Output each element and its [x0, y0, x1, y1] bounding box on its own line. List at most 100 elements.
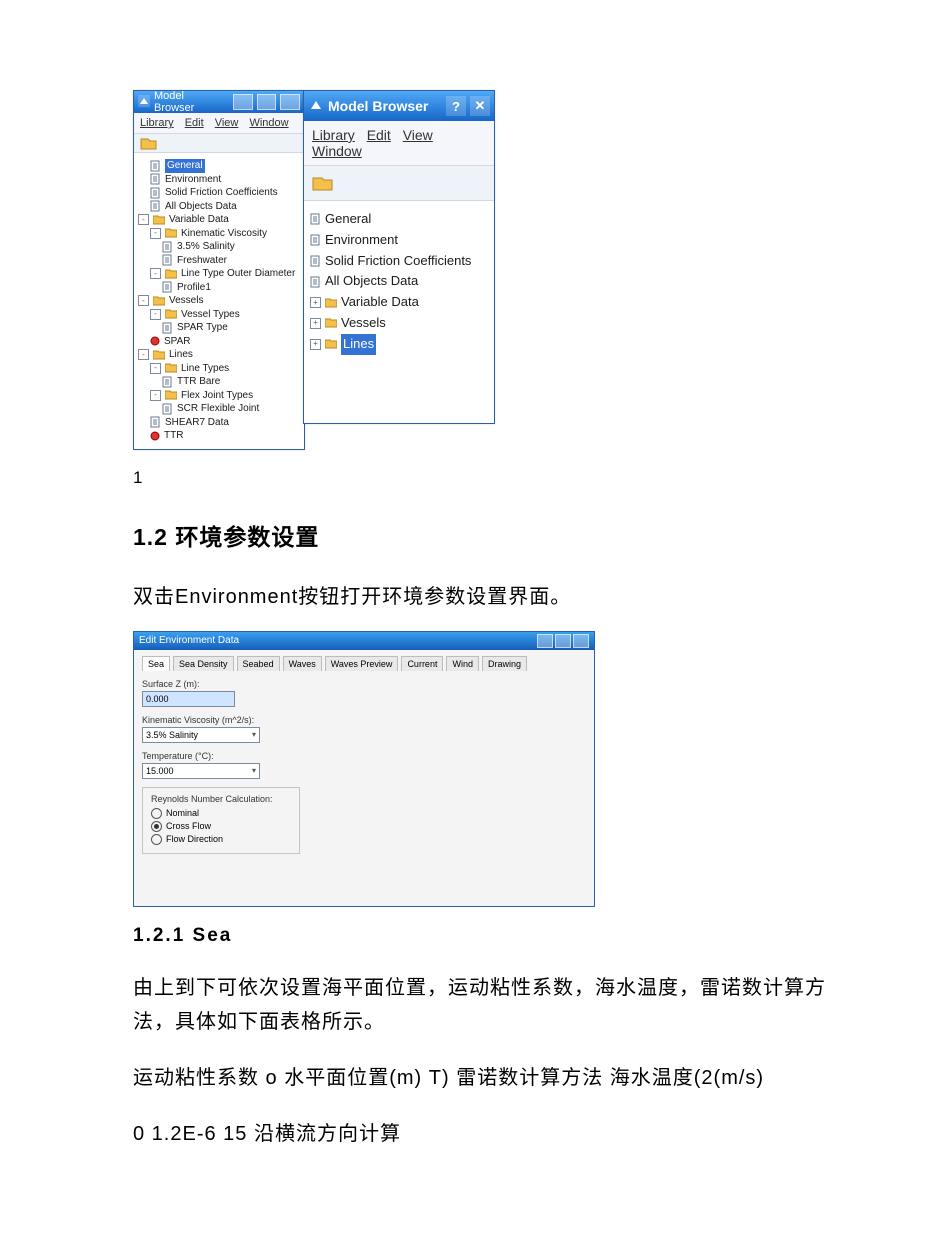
tree-item[interactable]: -Vessel Types — [138, 308, 300, 322]
tree-item-label: SCR Flexible Joint — [177, 402, 259, 416]
tree-item[interactable]: -Flex Joint Types — [138, 389, 300, 403]
edit-environment-window: Edit Environment Data Sea Sea Density Se… — [133, 631, 595, 907]
menu-edit[interactable]: Edit — [185, 117, 204, 129]
folder-icon — [165, 269, 177, 279]
window-close-button[interactable] — [280, 94, 300, 110]
menu-view[interactable]: View — [403, 127, 433, 143]
tree-item-label: All Objects Data — [325, 271, 418, 292]
tree-item[interactable]: SPAR Type — [138, 321, 300, 335]
window-title: Edit Environment Data — [139, 635, 239, 646]
tree-item[interactable]: -Lines — [138, 348, 300, 362]
surface-z-input[interactable]: 0.000 — [142, 691, 235, 707]
document-icon — [150, 160, 161, 172]
tab-sea[interactable]: Sea — [142, 656, 170, 671]
radio-nominal[interactable]: Nominal — [151, 808, 291, 819]
expand-toggle[interactable]: - — [150, 309, 161, 320]
tree-item[interactable]: General — [138, 159, 300, 173]
tree-item[interactable]: SHEAR7 Data — [138, 416, 300, 430]
tree-item[interactable]: General — [310, 209, 488, 230]
tree-item[interactable]: -Vessels — [138, 294, 300, 308]
tree-item[interactable]: All Objects Data — [310, 271, 488, 292]
window-min-button[interactable] — [537, 634, 553, 648]
tree-item[interactable]: TTR — [138, 429, 300, 443]
tree-item[interactable]: +Variable Data — [310, 292, 488, 313]
window-titlebar[interactable]: Edit Environment Data — [134, 632, 594, 650]
tree-item[interactable]: 3.5% Salinity — [138, 240, 300, 254]
tree-item[interactable]: Freshwater — [138, 254, 300, 268]
tree-item-label: General — [165, 159, 205, 173]
expand-toggle[interactable]: - — [138, 214, 149, 225]
tree-item[interactable]: -Variable Data — [138, 213, 300, 227]
tree-item[interactable]: SCR Flexible Joint — [138, 402, 300, 416]
expand-toggle[interactable]: - — [150, 363, 161, 374]
app-icon — [138, 95, 150, 110]
radio-flow-direction[interactable]: Flow Direction — [151, 834, 291, 845]
menu-window[interactable]: Window — [249, 117, 288, 129]
window-max-button[interactable] — [257, 94, 277, 110]
expand-toggle[interactable]: - — [138, 349, 149, 360]
tree-item[interactable]: -Line Types — [138, 362, 300, 376]
window-title: Model Browser — [328, 98, 428, 114]
tab-bar: Sea Sea Density Seabed Waves Waves Previ… — [142, 656, 586, 671]
tree-item-label: Environment — [165, 173, 221, 187]
tree-item[interactable]: SPAR — [138, 335, 300, 349]
tree-item[interactable]: All Objects Data — [138, 200, 300, 214]
temperature-input[interactable]: 15.000▾ — [142, 763, 260, 779]
object-icon — [150, 431, 160, 441]
help-button[interactable]: ? — [446, 96, 466, 116]
window-titlebar[interactable]: Model Browser — [134, 91, 304, 113]
folder-icon — [153, 296, 165, 306]
tree-item[interactable]: Profile1 — [138, 281, 300, 295]
tree-item[interactable]: Environment — [310, 230, 488, 251]
tree-item[interactable]: Solid Friction Coefficients — [138, 186, 300, 200]
window-titlebar[interactable]: Model Browser ? ✕ — [304, 91, 494, 121]
tree-item[interactable]: TTR Bare — [138, 375, 300, 389]
open-icon[interactable] — [312, 174, 486, 192]
tab-wind[interactable]: Wind — [446, 656, 479, 671]
expand-toggle[interactable]: + — [310, 339, 321, 350]
document-icon — [310, 255, 321, 267]
tree-item-label: SHEAR7 Data — [165, 416, 229, 430]
figure-caption: 1 — [133, 468, 835, 488]
window-close-button[interactable]: ✕ — [470, 96, 490, 116]
menu-view[interactable]: View — [215, 117, 239, 129]
tab-current[interactable]: Current — [401, 656, 443, 671]
menu-window[interactable]: Window — [312, 143, 362, 159]
expand-toggle[interactable]: - — [138, 295, 149, 306]
document-icon — [162, 281, 173, 293]
tab-waves[interactable]: Waves — [283, 656, 322, 671]
tree-item[interactable]: Environment — [138, 173, 300, 187]
menu-library[interactable]: Library — [140, 117, 174, 129]
expand-toggle[interactable]: - — [150, 268, 161, 279]
viscosity-select[interactable]: 3.5% Salinity▾ — [142, 727, 260, 743]
expand-toggle[interactable]: + — [310, 318, 321, 329]
chevron-down-icon: ▾ — [252, 766, 256, 775]
tree-item-label: Lines — [341, 334, 376, 355]
tree-view[interactable]: GeneralEnvironmentSolid Friction Coeffic… — [304, 201, 494, 363]
tree-item[interactable]: + Vessels — [310, 313, 488, 334]
open-icon[interactable] — [140, 136, 298, 150]
window-close-button[interactable] — [573, 634, 589, 648]
tree-item[interactable]: - Line Type Outer Diameter — [138, 267, 300, 281]
expand-toggle[interactable]: - — [150, 228, 161, 239]
tab-sea-density[interactable]: Sea Density — [173, 656, 234, 671]
folder-icon — [153, 215, 165, 225]
model-browser-window-expanded: Model Browser ? ✕ Library Edit View Wind… — [303, 90, 495, 424]
radio-cross-flow[interactable]: Cross Flow — [151, 821, 291, 832]
tab-waves-preview[interactable]: Waves Preview — [325, 656, 399, 671]
menu-edit[interactable]: Edit — [367, 127, 391, 143]
document-icon — [150, 200, 161, 212]
tree-item[interactable]: -Kinematic Viscosity — [138, 227, 300, 241]
tree-view[interactable]: GeneralEnvironmentSolid Friction Coeffic… — [134, 153, 304, 449]
expand-toggle[interactable]: + — [310, 297, 321, 308]
tab-seabed[interactable]: Seabed — [237, 656, 280, 671]
tree-item[interactable]: Solid Friction Coefficients — [310, 251, 488, 272]
window-max-button[interactable] — [555, 634, 571, 648]
tree-item[interactable]: + Lines — [310, 334, 488, 355]
tree-item-label: Vessels — [341, 313, 386, 334]
window-min-button[interactable] — [233, 94, 253, 110]
menu-library[interactable]: Library — [312, 127, 355, 143]
tree-item-label: Line Type Outer Diameter — [181, 267, 295, 281]
tab-drawing[interactable]: Drawing — [482, 656, 527, 671]
expand-toggle[interactable]: - — [150, 390, 161, 401]
